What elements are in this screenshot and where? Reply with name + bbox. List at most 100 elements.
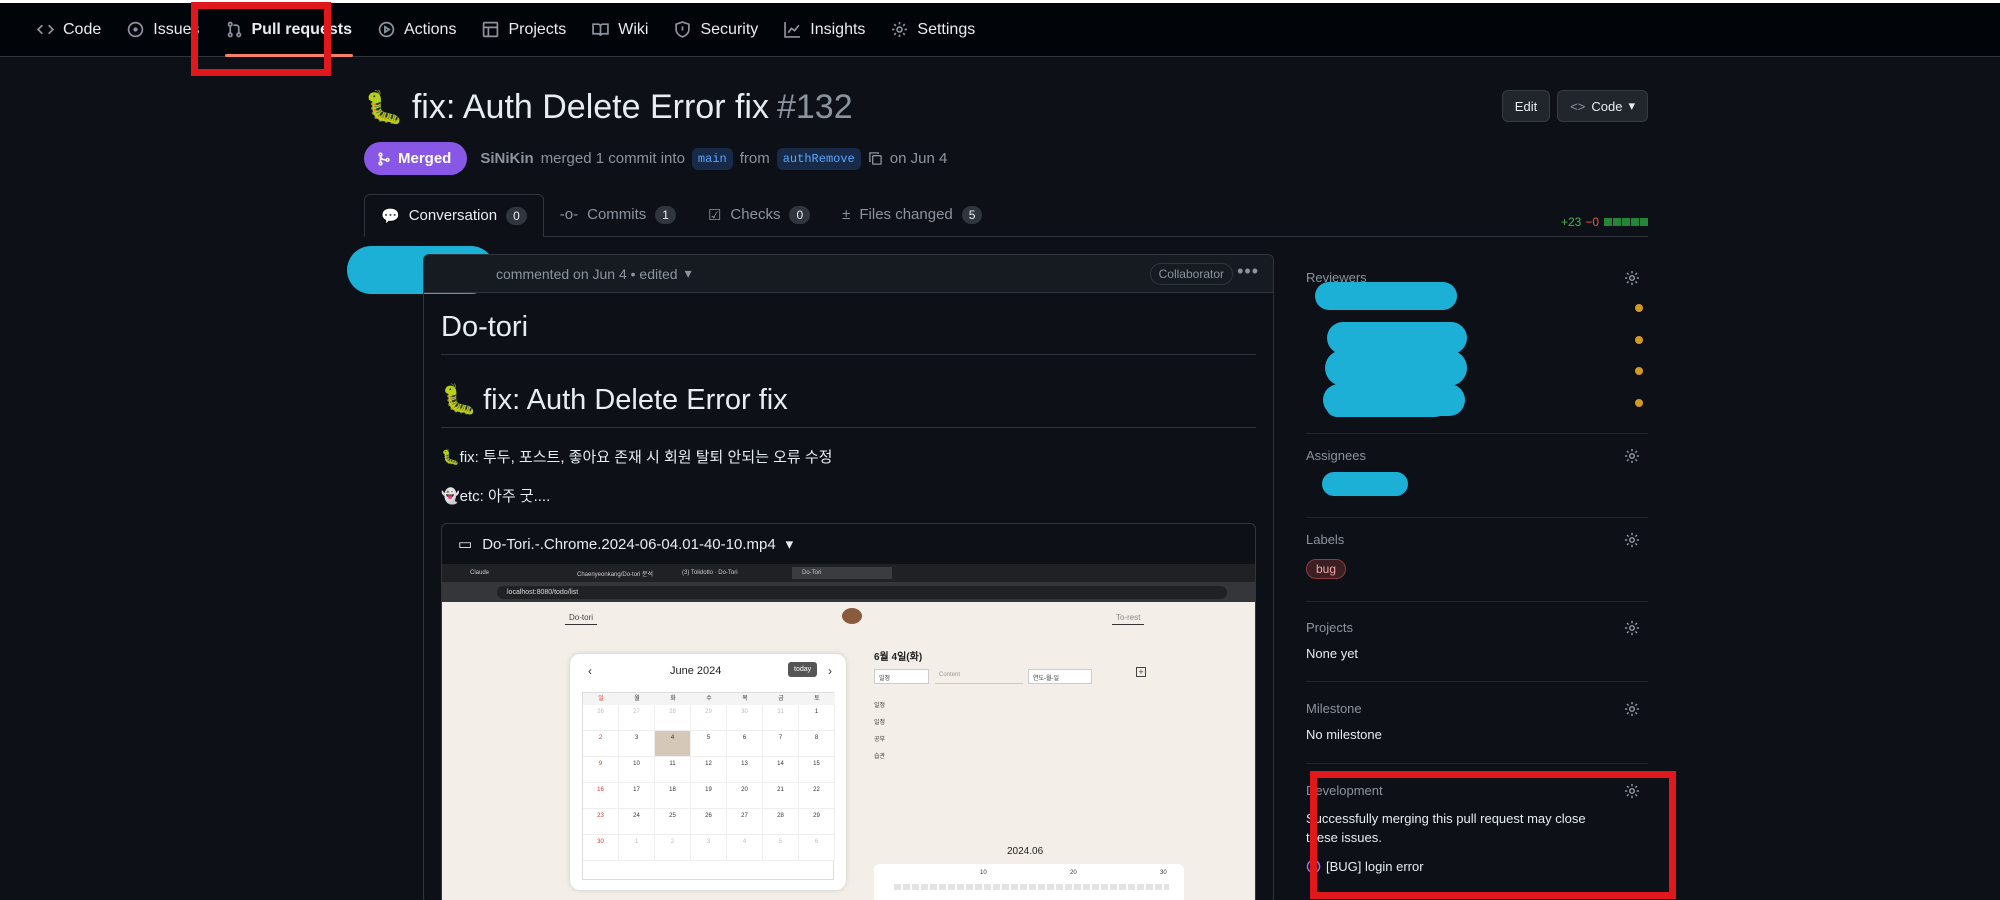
sidebar-milestone: Milestone No milestone: [1306, 701, 1648, 764]
tab-conversation[interactable]: 💬 Conversation 0: [364, 194, 544, 237]
nav-settings[interactable]: Settings: [878, 3, 988, 57]
heading-1: Do-tori: [441, 293, 1256, 355]
nav-wiki[interactable]: Wiki: [579, 3, 661, 57]
status-badge: Merged: [364, 142, 468, 175]
calendar-day[interactable]: 15: [799, 757, 835, 783]
calendar-day[interactable]: 29: [691, 705, 727, 731]
head-branch[interactable]: authRemove: [776, 147, 861, 170]
tab-label: Checks: [730, 206, 781, 223]
gear-icon[interactable]: [1624, 701, 1640, 717]
calendar-day[interactable]: 28: [763, 809, 799, 835]
video-filename: Do-Tori.-.Chrome.2024-06-04.01-40-10.mp4: [482, 535, 776, 553]
calendar-day[interactable]: 27: [619, 705, 655, 731]
calendar-day[interactable]: 13: [727, 757, 763, 783]
category-item: 일정: [874, 703, 886, 709]
calendar-day[interactable]: 14: [763, 757, 799, 783]
calendar-day[interactable]: 3: [691, 835, 727, 861]
nav-insights[interactable]: Insights: [771, 3, 878, 57]
calendar-day[interactable]: 21: [763, 783, 799, 809]
calendar-day[interactable]: 1: [619, 835, 655, 861]
calendar-day[interactable]: 7: [763, 731, 799, 757]
gear-icon[interactable]: [1624, 620, 1640, 636]
calendar-day[interactable]: 2: [583, 731, 619, 757]
nav-actions[interactable]: Actions: [365, 3, 469, 57]
kebab-icon[interactable]: •••: [1237, 261, 1259, 282]
calendar-day[interactable]: 29: [799, 809, 835, 835]
author-link[interactable]: SiNiKin: [480, 150, 533, 167]
content-input[interactable]: Content: [935, 669, 1023, 684]
calendar-day[interactable]: 6: [799, 835, 835, 861]
code-dropdown-button[interactable]: <> Code ▾: [1557, 90, 1648, 122]
date-input[interactable]: 연도-월-일: [1028, 669, 1092, 684]
calendar-day[interactable]: 20: [727, 783, 763, 809]
calendar-day[interactable]: 17: [619, 783, 655, 809]
nav-label: Security: [700, 20, 759, 38]
calendar-day[interactable]: 31: [763, 705, 799, 731]
calendar-day[interactable]: 30: [727, 705, 763, 731]
video-attachment[interactable]: ▭ Do-Tori.-.Chrome.2024-06-04.01-40-10.mp…: [441, 523, 1256, 900]
edit-label: Edit: [1514, 98, 1538, 114]
calendar-day[interactable]: 22: [799, 783, 835, 809]
calendar-day[interactable]: 8: [799, 731, 835, 757]
base-branch[interactable]: main: [691, 147, 733, 170]
calendar-day[interactable]: 5: [691, 731, 727, 757]
redaction-assignee: [1322, 472, 1408, 496]
calendar-day[interactable]: 27: [727, 809, 763, 835]
redaction-reviewer: [1315, 282, 1457, 310]
calendar-day[interactable]: 28: [655, 705, 691, 731]
bug-emoji: 🐛: [364, 89, 404, 125]
gear-icon[interactable]: [1624, 270, 1640, 286]
category-select[interactable]: 일정: [874, 669, 929, 684]
calendar-day[interactable]: 3: [619, 731, 655, 757]
pending-review-icon: [1635, 336, 1643, 344]
from-text: from: [739, 150, 770, 167]
calendar-day[interactable]: 23: [583, 809, 619, 835]
calendar-day[interactable]: 26: [583, 705, 619, 731]
calendar-day[interactable]: 11: [655, 757, 691, 783]
calendar-day[interactable]: 5: [763, 835, 799, 861]
calendar-prev-icon[interactable]: ‹: [588, 664, 592, 678]
calendar-day[interactable]: 25: [655, 809, 691, 835]
browser-tab: Do-Tori: [792, 567, 892, 579]
calendar-today-button[interactable]: today: [788, 662, 818, 677]
calendar-day[interactable]: 4: [655, 731, 691, 757]
copy-icon[interactable]: [868, 151, 883, 166]
caret-down-icon[interactable]: ▾: [685, 265, 692, 282]
calendar-grid: 일 월 화 수 목 금 토 26 27 28 29 30 31 1 2 3 4 5 6 7 8 9 10 11 12 13 14 15…: [582, 692, 835, 880]
calendar-day[interactable]: 2: [655, 835, 691, 861]
calendar-day[interactable]: 18: [655, 783, 691, 809]
calendar-day[interactable]: 1: [799, 705, 835, 731]
add-icon[interactable]: +: [1136, 667, 1146, 677]
calendar-day[interactable]: 26: [691, 809, 727, 835]
nav-security[interactable]: Security: [661, 3, 771, 57]
calendar-day[interactable]: 19: [691, 783, 727, 809]
calendar-day[interactable]: 9: [583, 757, 619, 783]
tab-checks[interactable]: ☑ Checks 0: [692, 193, 826, 236]
gear-icon[interactable]: [1624, 448, 1640, 464]
nav-projects[interactable]: Projects: [469, 3, 579, 57]
nav-code[interactable]: Code: [24, 3, 114, 57]
pr-title-text: fix: Auth Delete Error fix: [411, 87, 769, 126]
tab-label: Conversation: [408, 207, 498, 224]
tab-commits[interactable]: -o- Commits 1: [544, 193, 692, 236]
calendar-day[interactable]: 6: [727, 731, 763, 757]
category-item: 습관: [874, 754, 886, 760]
calendar-day[interactable]: 12: [691, 757, 727, 783]
calendar-next-icon[interactable]: ›: [828, 664, 832, 678]
table-icon: [483, 21, 499, 38]
calendar-day[interactable]: 10: [619, 757, 655, 783]
calendar-weekday: 목: [727, 693, 763, 705]
gear-icon[interactable]: [1624, 532, 1640, 548]
calendar-day[interactable]: 30: [583, 835, 619, 861]
calendar-day[interactable]: 24: [619, 809, 655, 835]
calendar-weekday: 토: [799, 693, 835, 705]
label-bug[interactable]: bug: [1306, 559, 1347, 579]
book-icon: [592, 23, 610, 36]
edit-button[interactable]: Edit: [1501, 90, 1551, 122]
video-header[interactable]: ▭ Do-Tori.-.Chrome.2024-06-04.01-40-10.mp…: [442, 524, 1255, 564]
calendar-day[interactable]: 4: [727, 835, 763, 861]
tab-files-changed[interactable]: ± Files changed 5: [826, 193, 998, 236]
browser-tab: Claude: [470, 570, 490, 576]
pr-number: #132: [776, 87, 853, 126]
calendar-day[interactable]: 16: [583, 783, 619, 809]
